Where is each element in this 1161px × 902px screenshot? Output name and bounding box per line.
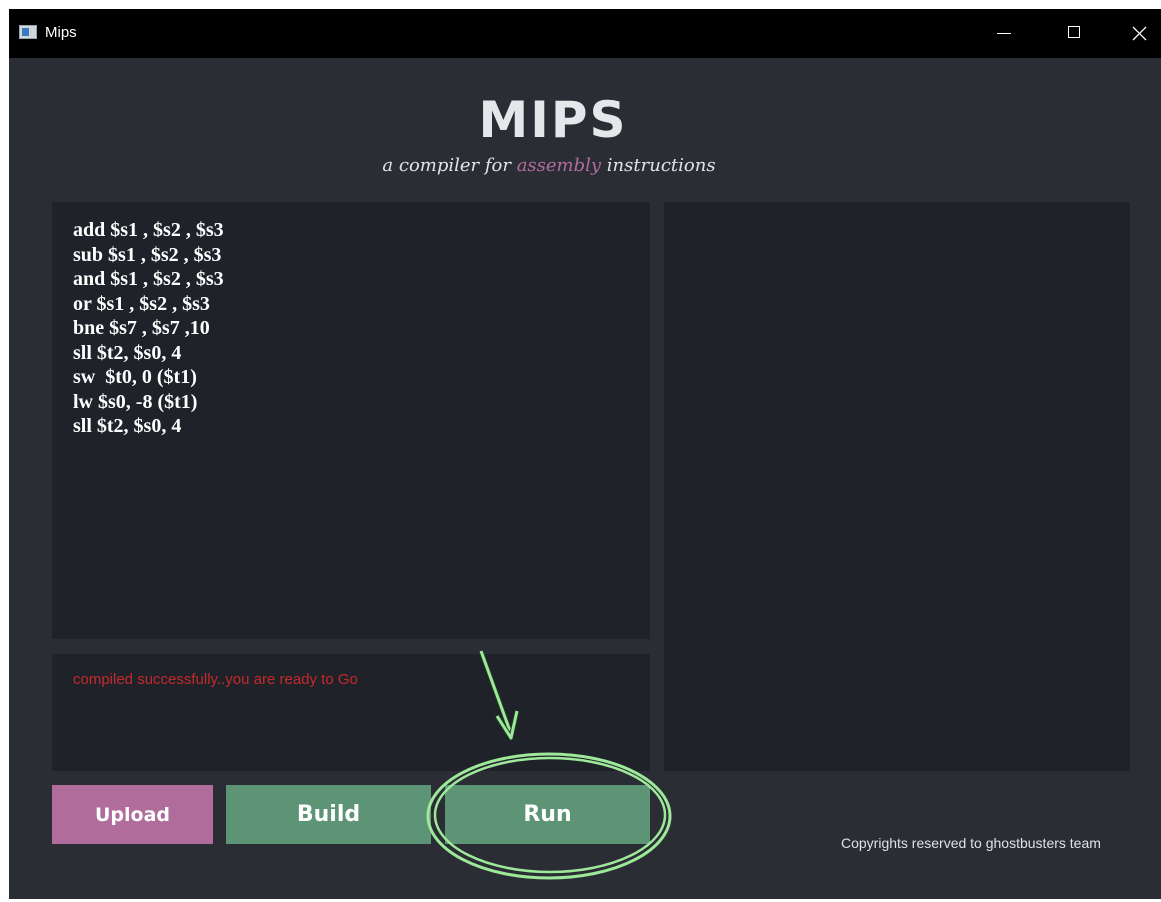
- code-line: or $s1 , $s2 , $s3: [73, 292, 210, 315]
- close-button[interactable]: [1119, 19, 1159, 47]
- run-button[interactable]: Run: [445, 785, 650, 844]
- code-line: lw $s0, -8 ($t1): [73, 390, 198, 413]
- app-window: Mips MIPS a compiler for assembly instru…: [9, 9, 1161, 899]
- code-line: add $s1 , $s2 , $s3: [73, 219, 224, 241]
- maximize-button[interactable]: [1054, 19, 1094, 47]
- minimize-button[interactable]: [984, 19, 1024, 47]
- app-subtitle: a compiler for assembly instructions: [9, 155, 1089, 176]
- subtitle-accent-word: assembly: [516, 155, 602, 176]
- copyright-text: Copyrights reserved to ghostbusters team: [841, 835, 1101, 851]
- window-title: Mips: [45, 24, 77, 41]
- app-title: MIPS: [478, 91, 628, 149]
- title-bar[interactable]: Mips: [9, 9, 1161, 58]
- subtitle-text-start: a compiler for: [382, 155, 517, 176]
- close-icon: [1132, 26, 1147, 41]
- machine-code-output-panel[interactable]: [664, 202, 1130, 771]
- code-line: sw $t0, 0 ($t1): [73, 366, 197, 388]
- console-output: compiled successfully..you are ready to …: [52, 654, 650, 771]
- compile-status-message: compiled successfully..you are ready to …: [73, 671, 358, 688]
- build-button[interactable]: Build: [226, 785, 431, 844]
- code-line: sll $t2, $s0, 4: [73, 341, 182, 364]
- subtitle-text-end: instructions: [601, 155, 716, 176]
- code-line: and $s1 , $s2 , $s3: [73, 268, 224, 290]
- code-line: bne $s7 , $s7 ,10: [73, 317, 210, 339]
- code-editor[interactable]: add $s1 , $s2 , $s3 sub $s1 , $s2 , $s3 …: [52, 202, 650, 639]
- code-line: sub $s1 , $s2 , $s3: [73, 243, 222, 266]
- code-line: sll $t2, $s0, 4: [73, 415, 182, 437]
- app-window-icon: [19, 25, 37, 39]
- upload-button[interactable]: Upload: [52, 785, 213, 844]
